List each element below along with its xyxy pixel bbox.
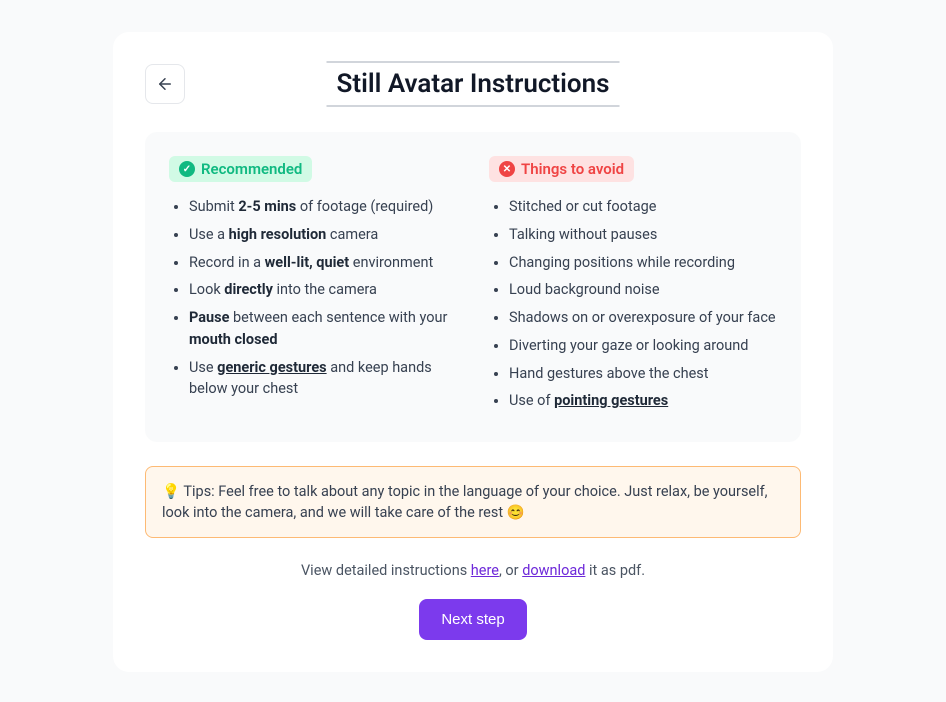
recommended-badge: ✓ Recommended bbox=[169, 156, 312, 182]
list-item: Hand gestures above the chest bbox=[509, 363, 777, 385]
list-item: Record in a well-lit, quiet environment bbox=[189, 252, 457, 274]
list-item: Pause between each sentence with your mo… bbox=[189, 307, 457, 351]
list-item: Loud background noise bbox=[509, 279, 777, 301]
recommended-label: Recommended bbox=[201, 160, 302, 178]
footer-prefix: View detailed instructions bbox=[301, 562, 471, 579]
header-row: Still Avatar Instructions bbox=[145, 64, 801, 104]
footer-mid: , or bbox=[499, 562, 522, 579]
check-icon: ✓ bbox=[179, 161, 195, 177]
list-item: Stitched or cut footage bbox=[509, 196, 777, 218]
here-link[interactable]: here bbox=[471, 562, 499, 579]
arrow-left-icon bbox=[156, 75, 174, 93]
next-step-button[interactable]: Next step bbox=[419, 599, 526, 640]
list-item: Look directly into the camera bbox=[189, 279, 457, 301]
footer-suffix: it as pdf. bbox=[585, 562, 645, 579]
x-icon: ✕ bbox=[499, 161, 515, 177]
list-item: Shadows on or overexposure of your face bbox=[509, 307, 777, 329]
list-item: Use of pointing gestures bbox=[509, 390, 777, 412]
back-button[interactable] bbox=[145, 64, 185, 104]
button-row: Next step bbox=[145, 599, 801, 640]
list-item: Use generic gestures and keep hands belo… bbox=[189, 357, 457, 401]
footer-text: View detailed instructions here, or down… bbox=[145, 562, 801, 579]
instruction-card: Still Avatar Instructions ✓ Recommended … bbox=[113, 32, 833, 672]
list-item: Talking without pauses bbox=[509, 224, 777, 246]
instructions-panel: ✓ Recommended Submit 2-5 mins of footage… bbox=[145, 132, 801, 442]
avoid-list: Stitched or cut footage Talking without p… bbox=[489, 196, 777, 412]
download-link[interactable]: download bbox=[522, 562, 585, 579]
tips-box: 💡 Tips: Feel free to talk about any topi… bbox=[145, 466, 801, 538]
list-item: Diverting your gaze or looking around bbox=[509, 335, 777, 357]
avoid-column: ✕ Things to avoid Stitched or cut footag… bbox=[489, 156, 777, 418]
recommended-list: Submit 2-5 mins of footage (required) Use… bbox=[169, 196, 457, 400]
recommended-column: ✓ Recommended Submit 2-5 mins of footage… bbox=[169, 156, 457, 418]
avoid-label: Things to avoid bbox=[521, 160, 624, 178]
list-item: Use a high resolution camera bbox=[189, 224, 457, 246]
avoid-badge: ✕ Things to avoid bbox=[489, 156, 634, 182]
list-item: Submit 2-5 mins of footage (required) bbox=[189, 196, 457, 218]
page-title: Still Avatar Instructions bbox=[327, 61, 620, 107]
list-item: Changing positions while recording bbox=[509, 252, 777, 274]
